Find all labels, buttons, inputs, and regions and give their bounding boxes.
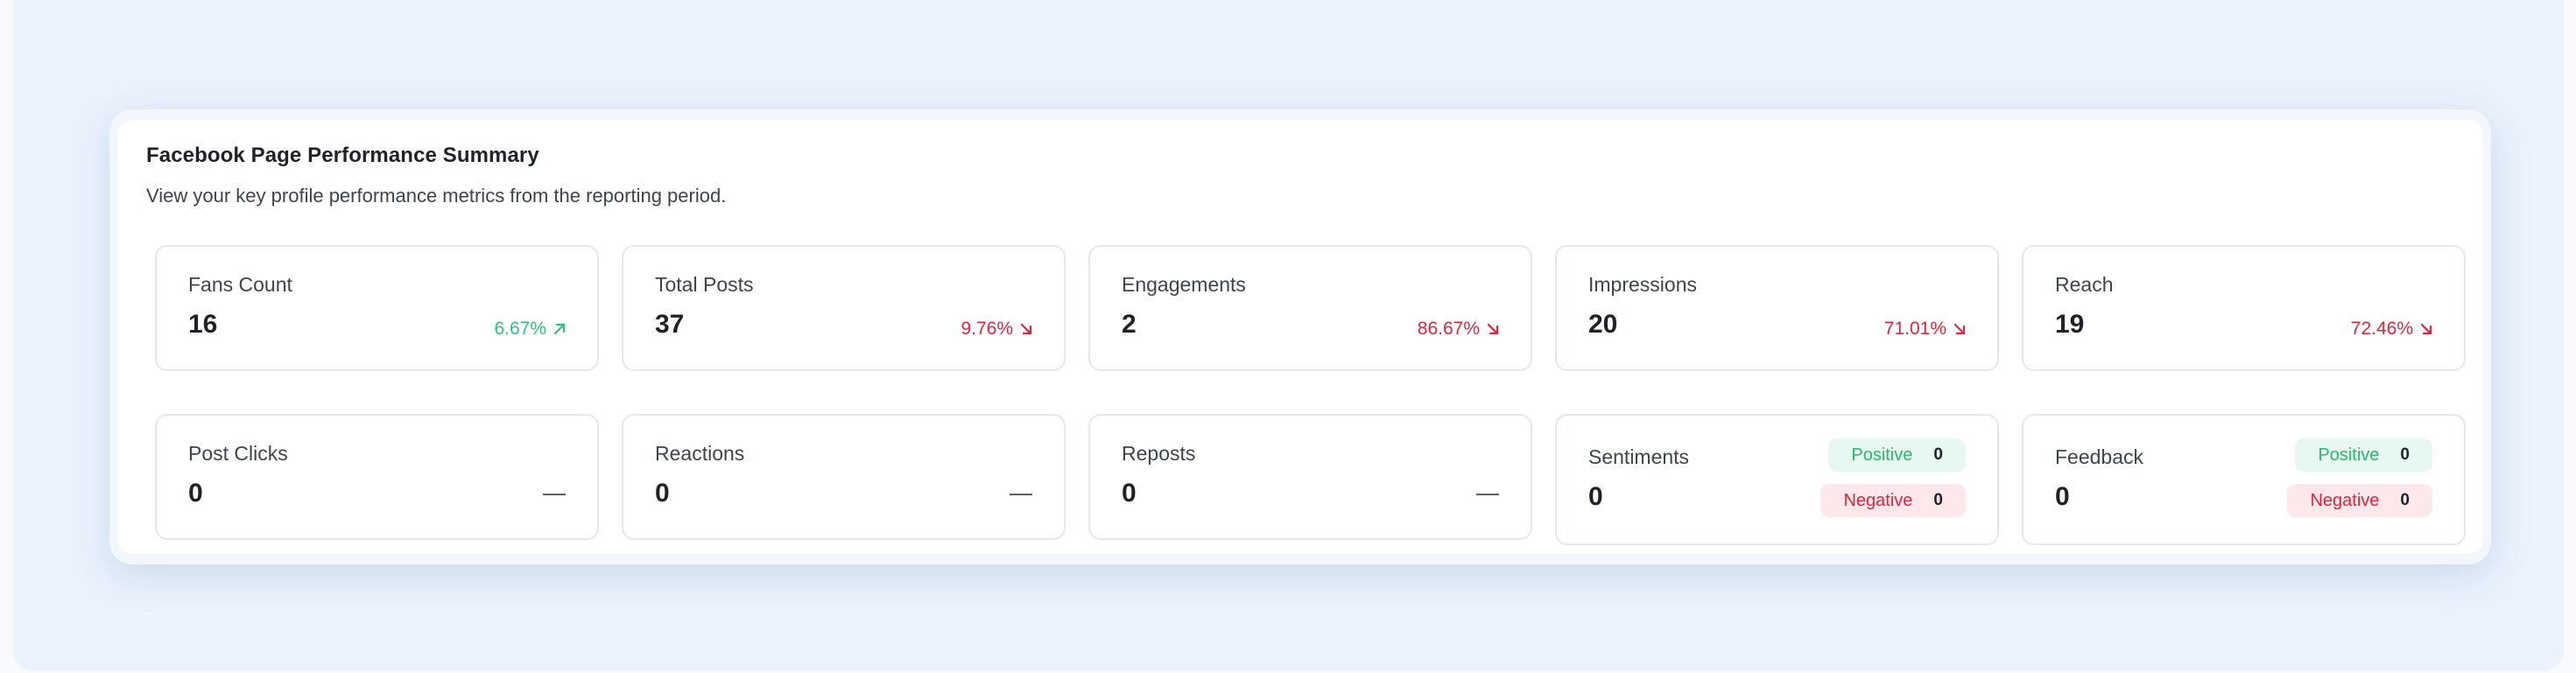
arrow-up-right-icon bbox=[553, 323, 566, 335]
metric-tile-post-clicks: Post Clicks 0 bbox=[155, 414, 599, 540]
metric-value: 16 bbox=[188, 310, 218, 339]
metric-change: 86.67% bbox=[1418, 319, 1501, 340]
negative-badge: Negative 0 bbox=[2287, 484, 2432, 517]
positive-badge: Positive 0 bbox=[2295, 438, 2432, 472]
metric-change-value: 6.67% bbox=[494, 319, 546, 339]
metric-label: Total Posts bbox=[655, 273, 754, 296]
metric-change-value: 71.01% bbox=[1883, 319, 1946, 339]
metric-value: 19 bbox=[2055, 310, 2085, 339]
badge-label: Negative bbox=[2310, 490, 2380, 510]
metric-label: Reposts bbox=[1122, 442, 1196, 465]
negative-badge: Negative 0 bbox=[1820, 484, 1966, 517]
badge-label: Positive bbox=[1851, 445, 1913, 465]
metric-label: Engagements bbox=[1122, 273, 1246, 296]
metric-value: 0 bbox=[188, 479, 203, 508]
metric-change: 9.76% bbox=[961, 319, 1034, 340]
no-change-dash bbox=[1476, 494, 1499, 495]
metric-label: Impressions bbox=[1588, 273, 1697, 296]
metric-value: 0 bbox=[2055, 482, 2070, 511]
metric-change-value: 9.76% bbox=[961, 319, 1013, 339]
summary-panel: Facebook Page Performance Summary View y… bbox=[109, 109, 2491, 564]
metric-tile-feedback: Feedback 0 Positive 0 Negative 0 bbox=[2022, 414, 2466, 545]
arrow-down-right-icon bbox=[2420, 323, 2432, 335]
metric-value: 37 bbox=[655, 310, 685, 339]
metric-change: 71.01% bbox=[1884, 319, 1967, 340]
metric-label: Reactions bbox=[655, 442, 745, 465]
metric-tile-reactions: Reactions 0 bbox=[622, 414, 1066, 540]
metric-value: 0 bbox=[1122, 479, 1137, 508]
no-change-dash bbox=[543, 494, 566, 495]
summary-card: Facebook Page Performance Summary View y… bbox=[117, 120, 2483, 554]
page-background: Facebook Page Performance Summary View y… bbox=[13, 0, 2564, 671]
metric-tile-total-posts: Total Posts 37 9.76% bbox=[622, 245, 1066, 371]
badge-count: 0 bbox=[2400, 445, 2410, 464]
metric-label: Feedback bbox=[2055, 445, 2144, 468]
metric-value: 0 bbox=[1588, 482, 1603, 511]
metric-tile-engagements: Engagements 2 86.67% bbox=[1088, 245, 1532, 371]
metric-change: 72.46% bbox=[2351, 319, 2434, 340]
arrow-down-right-icon bbox=[1953, 323, 1966, 335]
metric-tile-reach: Reach 19 72.46% bbox=[2022, 245, 2466, 371]
badge-count: 0 bbox=[1933, 491, 1943, 509]
metric-label: Reach bbox=[2055, 273, 2114, 296]
metric-tile-sentiments: Sentiments 0 Positive 0 Negative 0 bbox=[1555, 414, 1999, 545]
metric-value: 0 bbox=[655, 479, 670, 508]
arrow-down-right-icon bbox=[1487, 323, 1499, 335]
metric-tile-fans-count: Fans Count 16 6.67% bbox=[155, 245, 599, 371]
metric-label: Post Clicks bbox=[188, 442, 288, 465]
metric-value: 2 bbox=[1122, 310, 1137, 339]
metric-tile-impressions: Impressions 20 71.01% bbox=[1555, 245, 1999, 371]
metric-value: 20 bbox=[1588, 310, 1618, 339]
summary-subtitle: View your key profile performance metric… bbox=[146, 185, 727, 207]
metric-change-value: 86.67% bbox=[1417, 319, 1480, 339]
arrow-down-right-icon bbox=[1020, 323, 1032, 335]
badge-count: 0 bbox=[1933, 445, 1943, 464]
metric-change-value: 72.46% bbox=[2350, 319, 2413, 339]
metric-tile-reposts: Reposts 0 bbox=[1088, 414, 1532, 540]
metric-label: Sentiments bbox=[1588, 445, 1690, 468]
metric-change: 6.67% bbox=[494, 319, 567, 340]
badge-label: Negative bbox=[1843, 490, 1913, 510]
badge-count: 0 bbox=[2400, 491, 2410, 509]
no-change-dash bbox=[1010, 494, 1032, 495]
positive-badge: Positive 0 bbox=[1828, 438, 1966, 472]
badge-label: Positive bbox=[2318, 445, 2380, 465]
metric-label: Fans Count bbox=[188, 273, 292, 296]
summary-title: Facebook Page Performance Summary bbox=[146, 144, 539, 167]
